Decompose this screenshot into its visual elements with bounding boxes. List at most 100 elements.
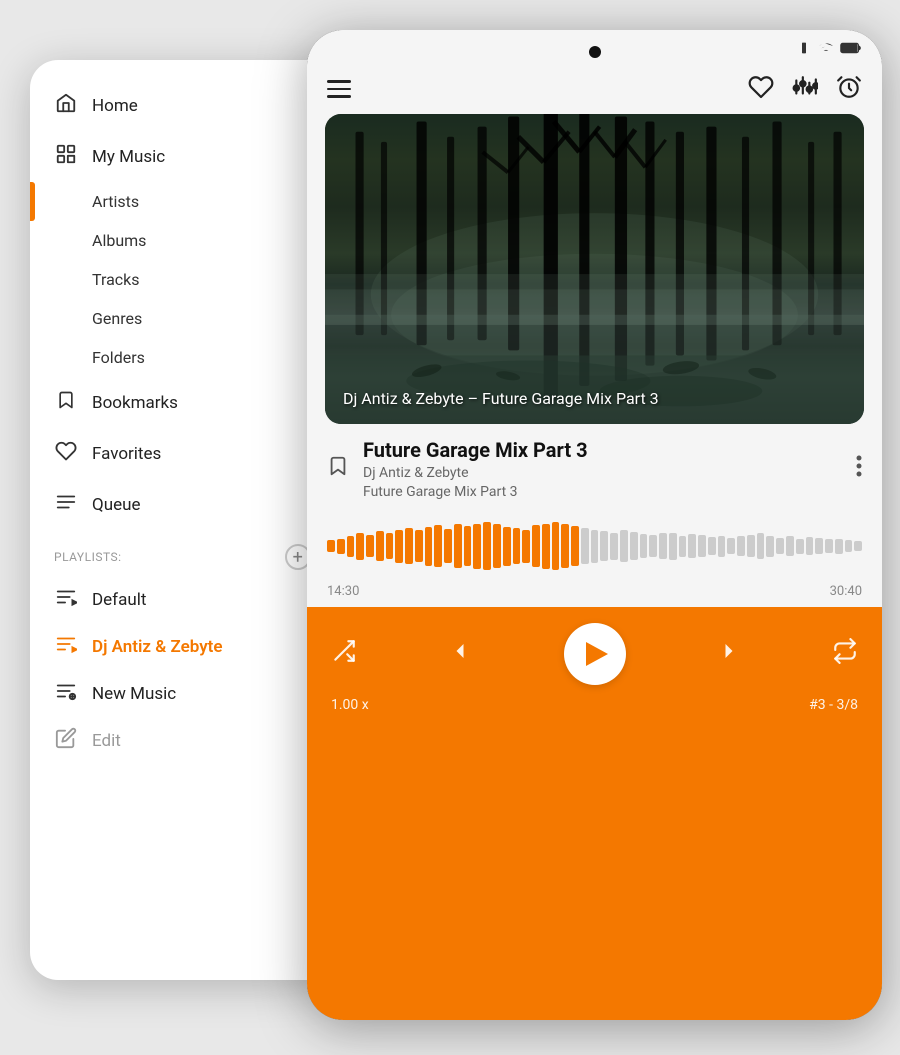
- waveform-bar: [366, 535, 374, 558]
- sidebar-label-favorites: Favorites: [92, 444, 161, 464]
- sidebar-label-queue: Queue: [92, 495, 140, 515]
- waveform-bar: [522, 530, 530, 563]
- waveform-bar: [376, 531, 384, 561]
- waveform-bar: [854, 541, 862, 552]
- album-art: Dj Antiz & Zebyte – Future Garage Mix Pa…: [325, 114, 864, 424]
- sidebar-label-playlist-new-music: New Music: [92, 684, 176, 704]
- equalizer-icon[interactable]: [792, 74, 818, 104]
- artist-name: Dj Antiz & Zebyte: [363, 465, 842, 481]
- phone-right: Dj Antiz & Zebyte – Future Garage Mix Pa…: [307, 30, 882, 1020]
- sidebar-label-genres: Genres: [92, 309, 142, 328]
- track-position: #3 - 3/8: [809, 697, 858, 713]
- sidebar-sub-tracks[interactable]: Tracks: [30, 260, 335, 299]
- waveform-bar: [669, 533, 677, 560]
- sidebar-sub-artists[interactable]: Artists: [30, 182, 335, 221]
- top-bar-icons: [748, 74, 862, 104]
- phone-left: Home My Music Artists: [30, 60, 335, 980]
- alarm-icon[interactable]: [836, 74, 862, 104]
- playlist-icon-new-music: [54, 680, 78, 707]
- waveform-bar: [776, 538, 784, 555]
- vibrate-icon: [796, 40, 812, 56]
- sidebar-item-bookmarks[interactable]: Bookmarks: [30, 377, 335, 428]
- waveform-bar: [806, 537, 814, 555]
- menu-button[interactable]: [327, 80, 351, 98]
- waveform-bar: [796, 539, 804, 554]
- sidebar-label-edit: Edit: [92, 731, 121, 751]
- waveform-bar: [483, 522, 491, 570]
- home-icon: [54, 92, 78, 119]
- music-library-icon: [54, 143, 78, 170]
- waveform-bar: [640, 534, 648, 558]
- waveform-bar: [513, 528, 521, 564]
- sidebar-item-playlist-new-music[interactable]: New Music: [30, 670, 335, 717]
- sidebar-sub-albums[interactable]: Albums: [30, 221, 335, 260]
- waveform-bar: [737, 536, 745, 555]
- player-title-block: Future Garage Mix Part 3 Dj Antiz & Zeby…: [363, 438, 842, 500]
- next-button[interactable]: [715, 637, 743, 671]
- sidebar-item-queue[interactable]: Queue: [30, 479, 335, 530]
- edit-icon: [54, 727, 78, 754]
- waveform-bar: [386, 533, 394, 558]
- camera-dot: [589, 46, 601, 58]
- sidebar-label-playlist-dj-antiz: Dj Antiz & Zebyte: [92, 637, 223, 657]
- waveform-bar: [356, 533, 364, 560]
- waveform-bar: [415, 530, 423, 561]
- more-options-icon[interactable]: [856, 454, 862, 484]
- sidebar-sub-folders[interactable]: Folders: [30, 338, 335, 377]
- sidebar-item-playlist-dj-antiz[interactable]: Dj Antiz & Zebyte: [30, 623, 335, 670]
- sidebar-label-playlist-default: Default: [92, 590, 146, 610]
- waveform-bar: [405, 528, 413, 564]
- waveform-bar: [698, 535, 706, 558]
- waveform-bar: [473, 524, 481, 569]
- waveform-bar: [727, 538, 735, 555]
- sidebar-sub-genres[interactable]: Genres: [30, 299, 335, 338]
- time-current: 14:30: [327, 584, 359, 599]
- queue-icon: [54, 491, 78, 518]
- waveform-bar: [679, 536, 687, 557]
- sidebar-label-tracks: Tracks: [92, 270, 140, 289]
- playlists-header: PLAYLISTS: +: [30, 530, 335, 576]
- time-total: 30:40: [830, 584, 862, 599]
- waveform-bar: [454, 524, 462, 567]
- waveform-bar: [610, 533, 618, 560]
- waveform-bar: [561, 524, 569, 567]
- waveform-bar: [747, 535, 755, 558]
- playlist-icon-default: [54, 586, 78, 613]
- bookmark-icon: [54, 389, 78, 416]
- play-button[interactable]: [564, 623, 626, 685]
- waveform-bar: [571, 526, 579, 567]
- player-bookmark-icon[interactable]: [327, 454, 349, 484]
- waveform-bar: [845, 540, 853, 552]
- song-title: Future Garage Mix Part 3: [363, 438, 842, 462]
- waveform-bar: [581, 528, 589, 564]
- controls-row: [331, 623, 858, 685]
- sidebar-item-favorites[interactable]: Favorites: [30, 428, 335, 479]
- waveform-bar: [464, 526, 472, 567]
- shuffle-button[interactable]: [331, 638, 357, 670]
- favorites-icon[interactable]: [748, 74, 774, 104]
- waveform-bar: [649, 535, 657, 558]
- waveform-container[interactable]: [307, 506, 882, 580]
- sidebar-item-edit[interactable]: Edit: [30, 717, 335, 764]
- waveform-bar: [337, 539, 345, 554]
- wifi-icon: [818, 40, 834, 56]
- playback-speed[interactable]: 1.00 x: [331, 697, 369, 713]
- waveform-bar: [708, 537, 716, 555]
- sidebar-label-albums: Albums: [92, 231, 146, 250]
- waveform-bar: [425, 527, 433, 566]
- waveform-bar: [532, 525, 540, 567]
- battery-icon: [840, 41, 862, 55]
- sidebar-item-home[interactable]: Home: [30, 80, 335, 131]
- previous-button[interactable]: [446, 637, 474, 671]
- waveform-bar: [757, 533, 765, 558]
- waveform-bar: [493, 524, 501, 567]
- playlists-label: PLAYLISTS:: [54, 550, 122, 564]
- album-art-container: Dj Antiz & Zebyte – Future Garage Mix Pa…: [307, 114, 882, 424]
- waveform: [327, 516, 862, 576]
- sidebar-item-playlist-default[interactable]: Default: [30, 576, 335, 623]
- repeat-button[interactable]: [832, 638, 858, 670]
- album-name: Future Garage Mix Part 3: [363, 484, 842, 500]
- play-icon: [586, 642, 608, 666]
- sidebar-item-my-music[interactable]: My Music: [30, 131, 335, 182]
- playlist-icon-dj-antiz: [54, 633, 78, 660]
